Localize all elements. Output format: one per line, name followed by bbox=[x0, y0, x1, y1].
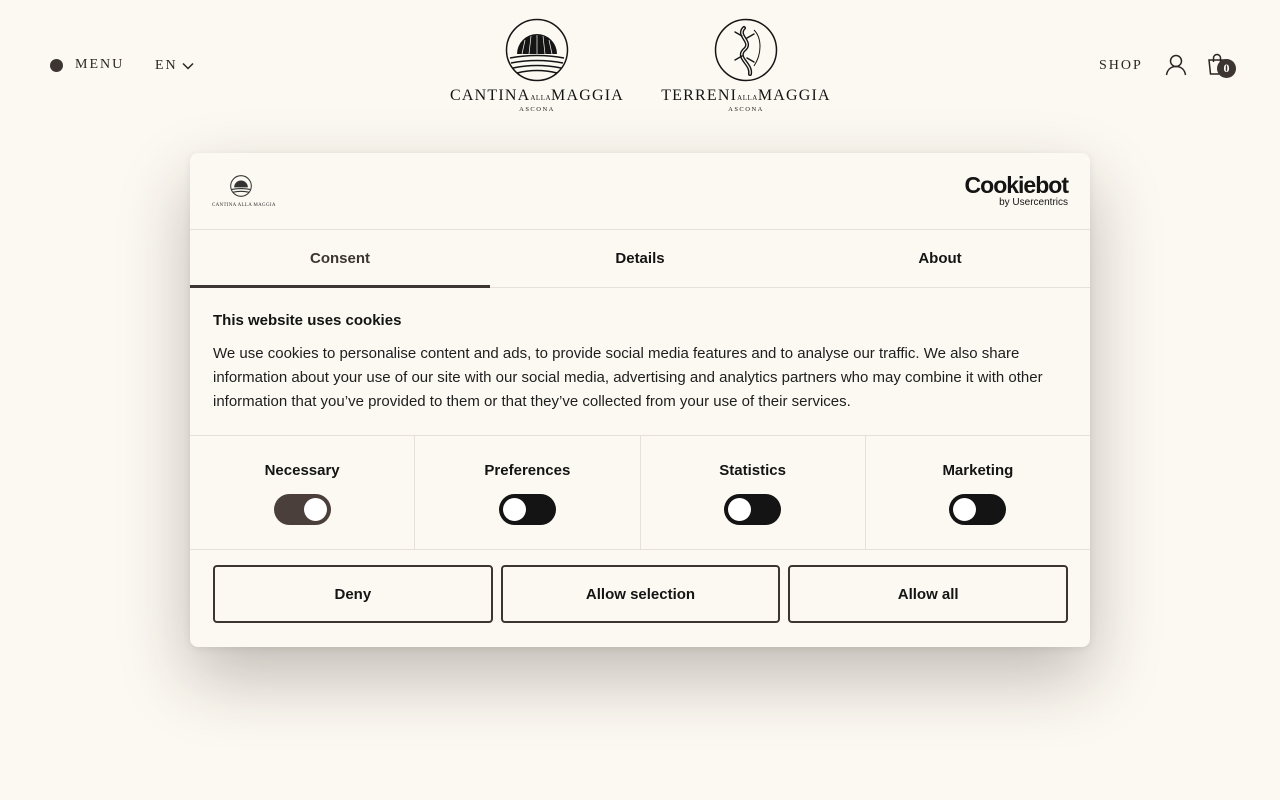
cookiebot-byline: by Usercentrics bbox=[999, 197, 1068, 208]
menu-button[interactable]: MENU bbox=[50, 57, 124, 73]
menu-label: MENU bbox=[75, 57, 125, 72]
site-header: MENU EN CANTINAALLAMAGGIA ASCONA TERRENI… bbox=[0, 0, 1280, 130]
brand-terreni-main2: MAGGIA bbox=[757, 87, 831, 104]
category-label-necessary: Necessary bbox=[264, 462, 340, 479]
cookiebot-wordmark: Cookiebot bbox=[964, 172, 1069, 198]
category-preferences: Preferences bbox=[415, 436, 641, 549]
consent-title: This website uses cookies bbox=[213, 312, 402, 329]
tab-details[interactable]: Details bbox=[490, 230, 790, 287]
cookie-consent-dialog: CANTINA ALLA MAGGIA Cookiebot by Usercen… bbox=[190, 153, 1090, 647]
consent-description: We use cookies to personalise content an… bbox=[213, 345, 1043, 410]
consent-body: This website uses cookies We use cookies… bbox=[190, 288, 1090, 436]
sun-vineyard-logo-icon bbox=[505, 18, 569, 82]
toggle-knob bbox=[303, 498, 327, 521]
brand-terreni-subtitle: ASCONA bbox=[728, 106, 764, 113]
category-label-marketing: Marketing bbox=[942, 462, 1014, 479]
toggle-preferences[interactable] bbox=[498, 494, 556, 525]
toggle-knob bbox=[502, 498, 526, 521]
toggle-statistics[interactable] bbox=[724, 494, 782, 525]
category-toggles: Necessary Preferences Statistics Marketi… bbox=[190, 436, 1090, 550]
deny-button[interactable]: Deny bbox=[213, 565, 493, 623]
sun-vineyard-logo-icon bbox=[230, 175, 252, 197]
toggle-necessary[interactable] bbox=[273, 494, 331, 525]
brand-terreni-main1: TERRENI bbox=[661, 87, 738, 104]
user-icon[interactable] bbox=[1165, 54, 1187, 76]
consent-buttons: Deny Allow selection Allow all bbox=[190, 550, 1090, 623]
tab-consent[interactable]: Consent bbox=[190, 230, 490, 288]
salamander-logo-icon bbox=[714, 18, 778, 82]
allow-selection-button[interactable]: Allow selection bbox=[500, 565, 781, 623]
dialog-tabs: Consent Details About bbox=[190, 230, 1090, 288]
dialog-header: CANTINA ALLA MAGGIA Cookiebot by Usercen… bbox=[190, 153, 1090, 230]
dialog-brand-logo: CANTINA ALLA MAGGIA bbox=[212, 175, 276, 208]
brand-terreni-small: ALLA bbox=[737, 94, 758, 102]
language-selector[interactable]: EN bbox=[155, 58, 194, 74]
toggle-marketing[interactable] bbox=[949, 494, 1007, 525]
dialog-logo-text: CANTINA ALLA MAGGIA bbox=[212, 203, 276, 208]
allow-all-button[interactable]: Allow all bbox=[788, 565, 1069, 623]
brand-cantina-subtitle: ASCONA bbox=[519, 106, 555, 113]
brand-cantina-main2: MAGGIA bbox=[551, 87, 625, 104]
brand-cantina-logo[interactable]: CANTINAALLAMAGGIA ASCONA bbox=[446, 18, 628, 113]
toggle-knob bbox=[728, 498, 752, 521]
cart-count-badge: 0 bbox=[1217, 59, 1236, 78]
category-necessary: Necessary bbox=[190, 436, 416, 549]
toggle-knob bbox=[953, 498, 977, 521]
brand-cantina-small: ALLA bbox=[530, 94, 552, 102]
category-marketing: Marketing bbox=[866, 436, 1090, 549]
chevron-down-icon bbox=[182, 62, 194, 70]
category-label-statistics: Statistics bbox=[719, 462, 786, 479]
category-statistics: Statistics bbox=[641, 436, 866, 549]
category-label-preferences: Preferences bbox=[484, 462, 571, 479]
shop-link[interactable]: SHOP bbox=[1099, 58, 1143, 74]
brand-cantina-main1: CANTINA bbox=[449, 87, 531, 104]
brand-terreni-logo[interactable]: TERRENIALLAMAGGIA ASCONA bbox=[657, 18, 835, 113]
cookiebot-logo[interactable]: Cookiebot by Usercentrics bbox=[964, 172, 1069, 209]
language-label: EN bbox=[155, 58, 178, 73]
tab-about[interactable]: About bbox=[790, 230, 1090, 287]
cart-button[interactable]: 0 bbox=[1207, 53, 1236, 80]
menu-dot-icon bbox=[50, 58, 63, 72]
